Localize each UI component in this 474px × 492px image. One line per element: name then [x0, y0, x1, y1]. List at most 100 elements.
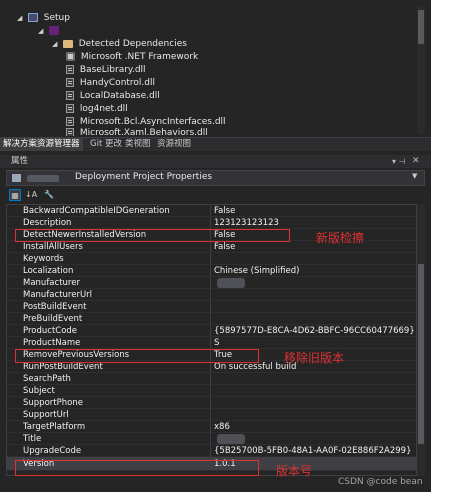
column-divider: [210, 409, 211, 420]
property-value[interactable]: S: [214, 337, 219, 349]
redacted-name: [27, 175, 59, 182]
tree-scrollbar-thumb[interactable]: [418, 10, 424, 44]
column-divider: [210, 289, 211, 300]
property-name: ProductCode: [23, 326, 78, 336]
column-divider: [210, 313, 211, 324]
column-divider: [210, 265, 211, 276]
grid-row[interactable]: Keywords: [7, 253, 416, 265]
column-divider: [210, 445, 211, 456]
dependency-item[interactable]: log4net.dll: [66, 103, 128, 115]
grid-row[interactable]: BackwardCompatibleIDGeneration False: [7, 205, 416, 217]
grid-row[interactable]: SupportUrl: [7, 409, 416, 421]
column-divider: [210, 385, 211, 396]
tree-item-setup[interactable]: ◢ Setup: [17, 12, 70, 24]
dependency-item[interactable]: Microsoft.Xaml.Behaviors.dll: [66, 128, 208, 136]
expand-arrow-icon[interactable]: ◢: [38, 25, 46, 37]
grid-scrollbar-thumb[interactable]: [418, 264, 424, 444]
grid-row[interactable]: Manufacturer: [7, 277, 416, 289]
grid-row[interactable]: PostBuildEvent: [7, 301, 416, 313]
property-value[interactable]: False: [214, 241, 235, 253]
solution-explorer-tree: ◢ Setup ◢ ◢ Detected Dependencies Micros…: [0, 6, 431, 136]
tree-item-detected-dependencies[interactable]: ◢ Detected Dependencies: [52, 38, 187, 50]
grid-row[interactable]: SupportPhone: [7, 397, 416, 409]
tab-solution-explorer[interactable]: 解决方案资源管理器: [0, 138, 83, 151]
property-value[interactable]: 123123123123: [214, 217, 279, 229]
property-name: Title: [23, 434, 42, 444]
property-name: Subject: [23, 386, 55, 396]
dependency-item[interactable]: Microsoft .NET Framework: [66, 51, 198, 63]
property-value[interactable]: {5B25700B-5FB0-48A1-AA0F-02E886F2A299}: [214, 445, 412, 457]
grid-row[interactable]: PreBuildEvent: [7, 313, 416, 325]
dependency-item[interactable]: HandyControl.dll: [66, 77, 155, 89]
grid-row[interactable]: Description 123123123123: [7, 217, 416, 229]
property-pages-icon[interactable]: 🔧: [43, 189, 55, 201]
column-divider: [210, 421, 211, 432]
tab-class-view[interactable]: 类视图: [122, 138, 154, 151]
dependency-item[interactable]: Microsoft.Bcl.AsyncInterfaces.dll: [66, 116, 226, 128]
grid-row[interactable]: TargetPlatform x86: [7, 421, 416, 433]
dependency-label: Microsoft.Bcl.AsyncInterfaces.dll: [79, 117, 226, 127]
redacted-value: [217, 434, 245, 444]
project-icon: [48, 26, 59, 35]
tree-scrollbar[interactable]: [417, 6, 425, 134]
alphabetical-icon[interactable]: ↓A: [25, 189, 37, 201]
tree-item-project[interactable]: ◢: [38, 25, 62, 37]
object-selector[interactable]: Deployment Project Properties ▼: [6, 170, 425, 186]
property-name: SearchPath: [23, 374, 71, 384]
property-value[interactable]: False: [214, 205, 235, 217]
grid-row[interactable]: ProductName S: [7, 337, 416, 349]
tab-resource-view[interactable]: 资源视图: [154, 138, 194, 151]
grid-row[interactable]: Title: [7, 433, 416, 445]
column-divider: [210, 397, 211, 408]
annotation-detect: 新版检擦: [316, 231, 365, 245]
property-name: PostBuildEvent: [23, 302, 87, 312]
chevron-down-icon[interactable]: ▼: [412, 172, 417, 180]
grid-row[interactable]: Localization Chinese (Simplified): [7, 265, 416, 277]
dependency-item[interactable]: BaseLibrary.dll: [66, 64, 146, 76]
dll-file-icon: [66, 91, 74, 100]
dll-file-icon: [66, 78, 74, 87]
project-icon: [12, 174, 21, 182]
property-name: ManufacturerUrl: [23, 290, 93, 300]
grid-scrollbar[interactable]: [417, 204, 425, 476]
grid-row[interactable]: SearchPath: [7, 373, 416, 385]
dll-file-icon: [66, 117, 74, 126]
dependency-label: Microsoft .NET Framework: [80, 52, 199, 62]
column-divider: [210, 337, 211, 348]
dependency-label: LocalDatabase.dll: [79, 91, 160, 101]
watermark: CSDN @code bean: [338, 477, 423, 487]
dll-file-icon: [66, 104, 74, 113]
property-name: TargetPlatform: [23, 422, 86, 432]
tab-git-changes[interactable]: Git 更改: [87, 138, 125, 151]
highlight-remove-previous: [15, 349, 259, 363]
property-name: UpgradeCode: [23, 446, 82, 456]
column-divider: [210, 241, 211, 252]
tree-item-detected-dependencies-label: Detected Dependencies: [78, 39, 187, 49]
annotation-version: 版本号: [276, 464, 313, 478]
grid-row[interactable]: ProductCode {5897577D-E8CA-4D62-BBFC-96C…: [7, 325, 416, 337]
property-value[interactable]: Chinese (Simplified): [214, 265, 299, 277]
folder-icon: [62, 39, 73, 48]
column-divider: [210, 433, 211, 444]
categorized-icon[interactable]: ▦: [9, 189, 21, 201]
pin-icon[interactable]: ▾ ⊣: [392, 155, 406, 168]
dll-file-icon: [66, 65, 74, 74]
grid-row[interactable]: UpgradeCode {5B25700B-5FB0-48A1-AA0F-02E…: [7, 445, 416, 457]
property-name: Manufacturer: [23, 278, 80, 288]
property-value[interactable]: {5897577D-E8CA-4D62-BBFC-96CC60477669}: [214, 325, 415, 337]
property-name: Localization: [23, 266, 74, 276]
column-divider: [210, 325, 211, 336]
selector-text: Deployment Project Properties: [75, 172, 213, 182]
close-icon[interactable]: ✕: [412, 155, 420, 168]
expand-arrow-icon[interactable]: ◢: [52, 38, 60, 50]
column-divider: [210, 253, 211, 264]
properties-title-bar: 属性 ▾ ⊣ ✕: [0, 155, 431, 168]
dependency-label: log4net.dll: [79, 104, 128, 114]
grid-row[interactable]: ManufacturerUrl: [7, 289, 416, 301]
property-value[interactable]: x86: [214, 421, 230, 433]
dependency-item[interactable]: LocalDatabase.dll: [66, 90, 160, 102]
grid-row[interactable]: Subject: [7, 385, 416, 397]
column-divider: [210, 217, 211, 228]
property-name: BackwardCompatibleIDGeneration: [23, 206, 170, 216]
expand-arrow-icon[interactable]: ◢: [17, 12, 25, 24]
